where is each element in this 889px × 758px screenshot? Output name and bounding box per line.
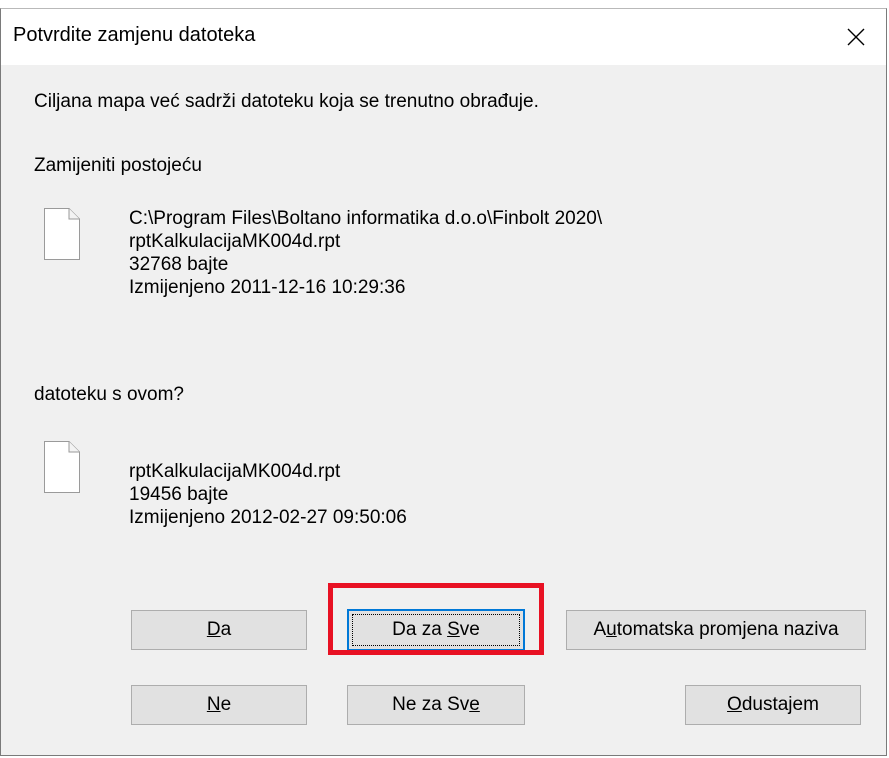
close-button[interactable] (826, 9, 886, 65)
auto-rename-button-label: Automatska promjena naziva (593, 619, 839, 640)
cancel-button[interactable]: Odustajem (685, 685, 861, 725)
new-file-modified: Izmijenjeno 2012-02-27 09:50:06 (129, 507, 407, 528)
yes-button[interactable]: Da (131, 610, 307, 650)
auto-rename-button[interactable]: Automatska promjena naziva (566, 610, 866, 650)
file-icon (44, 441, 80, 493)
replace-label: Zamijeniti postojeću (34, 155, 202, 176)
no-to-all-button-label: Ne za Sve (392, 694, 480, 715)
new-file-info: rptKalkulacijaMK004d.rpt 19456 bajte Izm… (129, 460, 407, 529)
file-icon (44, 208, 80, 260)
cancel-button-label: Odustajem (727, 694, 819, 715)
existing-file-path: C:\Program Files\Boltano informatika d.o… (129, 208, 603, 229)
existing-file-info: C:\Program Files\Boltano informatika d.o… (129, 207, 602, 299)
close-icon (847, 28, 865, 46)
no-button[interactable]: Ne (131, 685, 307, 725)
new-file-size: 19456 bajte (129, 484, 229, 505)
with-label: datoteku s ovom? (34, 384, 184, 405)
existing-file-size: 32768 bajte (129, 254, 229, 275)
no-to-all-button[interactable]: Ne za Sve (347, 685, 525, 725)
existing-file-modified: Izmijenjeno 2011-12-16 10:29:36 (129, 277, 406, 298)
title-bar: Potvrdite zamjenu datoteka (1, 9, 886, 65)
message-text: Ciljana mapa već sadrži datoteku koja se… (34, 91, 539, 112)
existing-file-name: rptKalkulacijaMK004d.rpt (129, 231, 341, 252)
highlight-box (328, 583, 544, 655)
new-file-name: rptKalkulacijaMK004d.rpt (129, 461, 341, 482)
yes-button-label: Da (206, 619, 232, 640)
dialog-title: Potvrdite zamjenu datoteka (13, 24, 256, 46)
no-button-label: Ne (206, 694, 232, 715)
background-window-strip (0, 0, 889, 8)
